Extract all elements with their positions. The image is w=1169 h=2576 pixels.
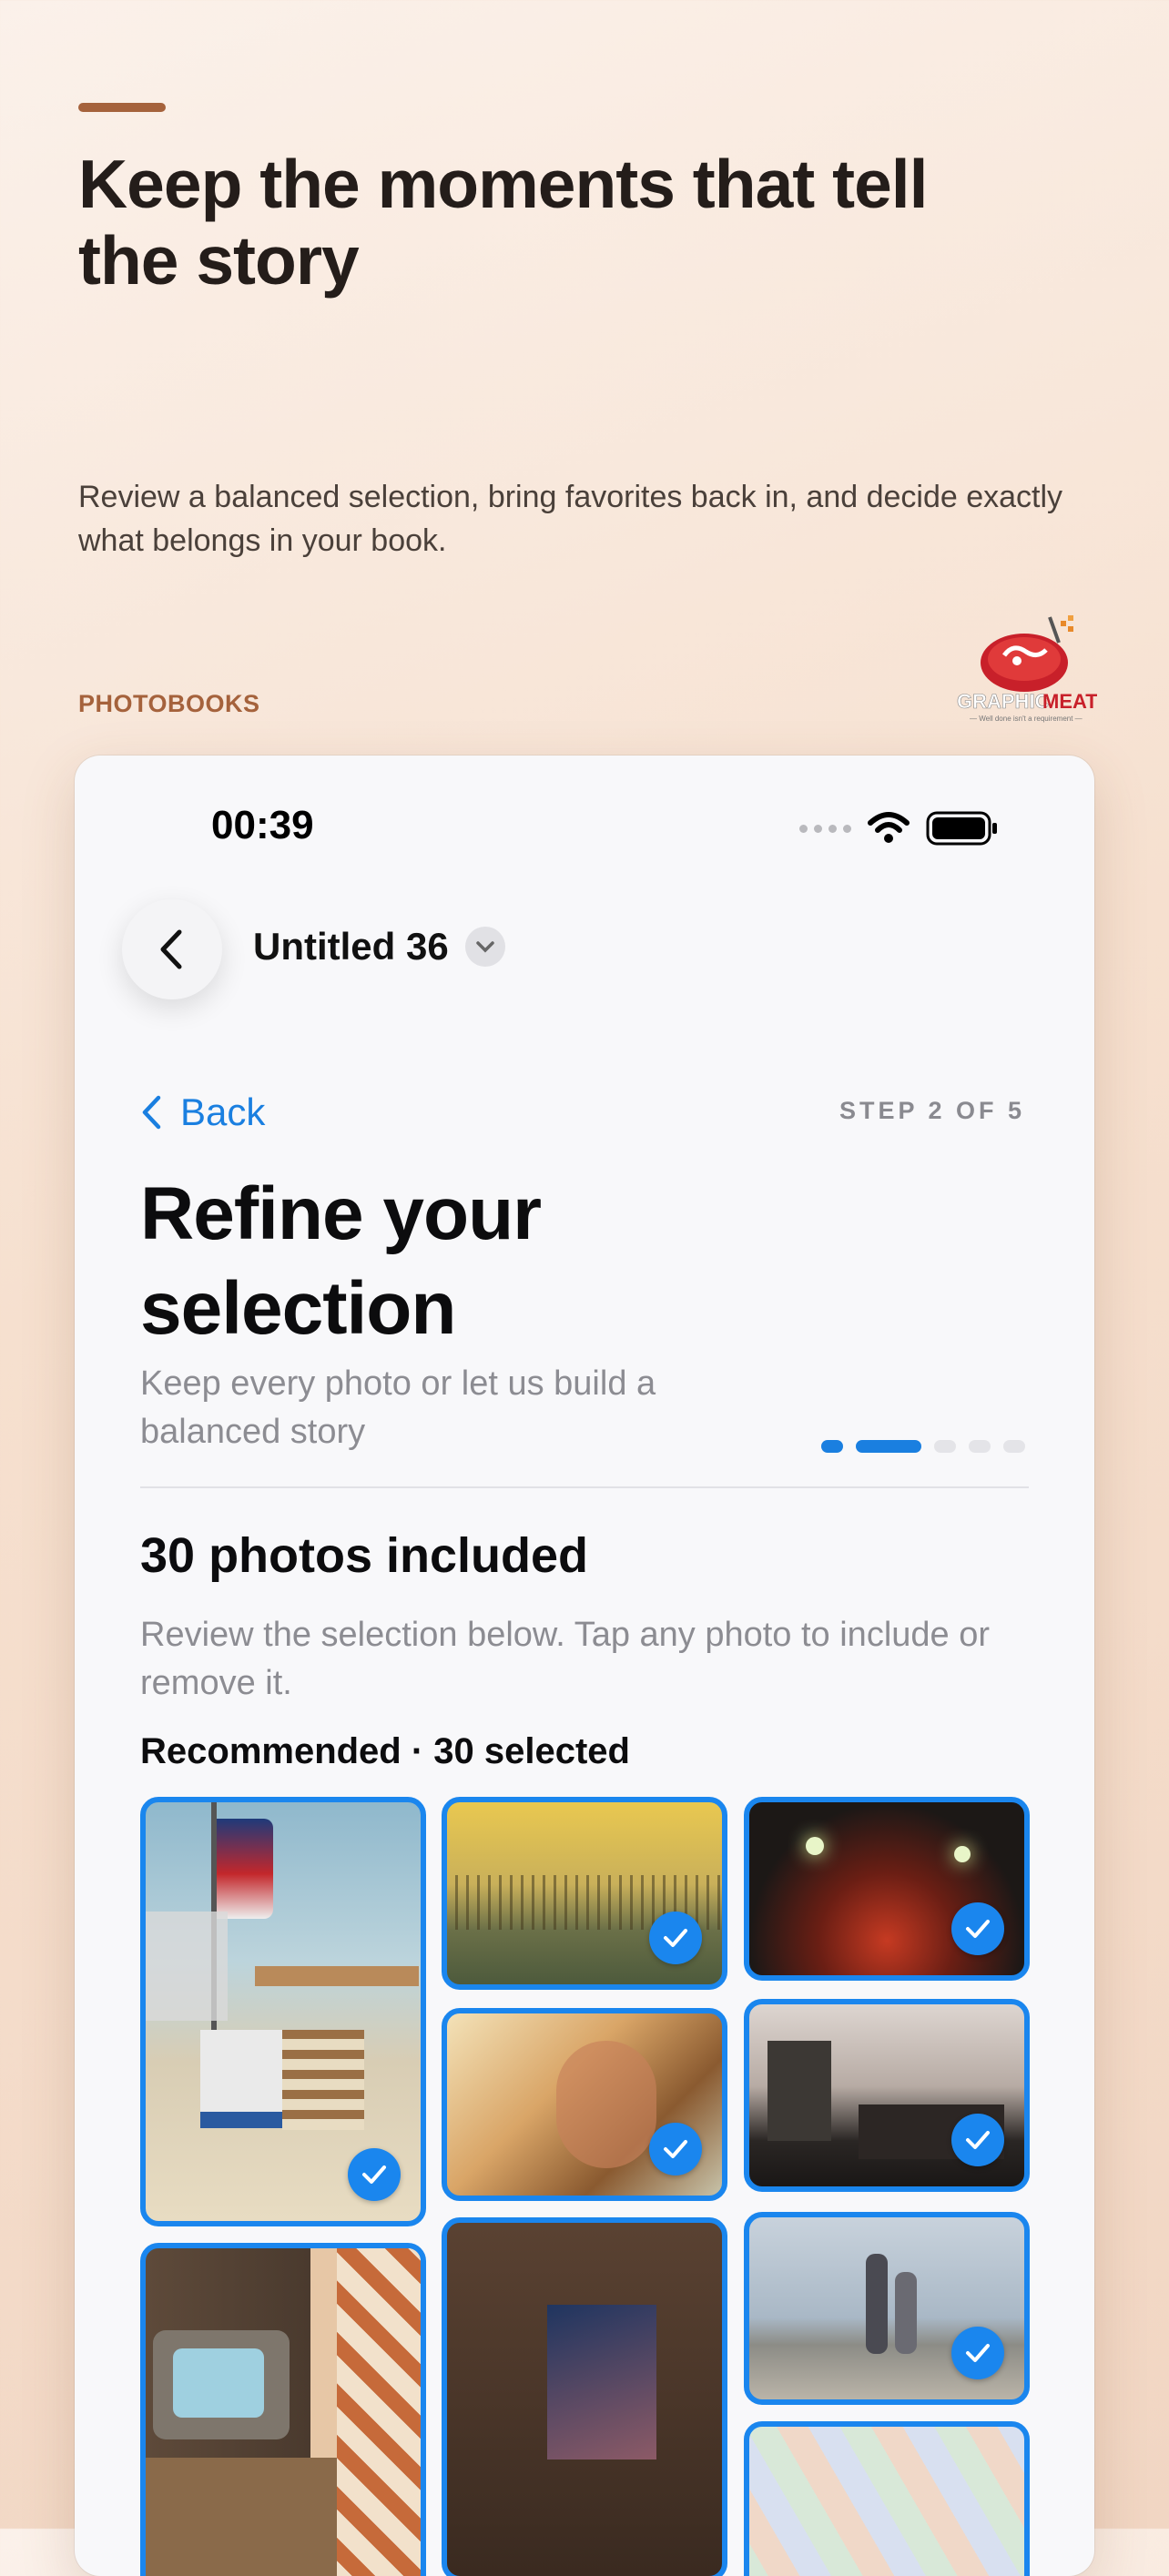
document-title-menu[interactable]: Untitled 36: [253, 925, 505, 969]
divider: [140, 1486, 1029, 1488]
photo-tile[interactable]: [140, 2243, 426, 2576]
svg-text:GRAPHIC: GRAPHIC: [957, 690, 1050, 713]
section-title: 30 photos included: [140, 1528, 589, 1583]
page-title: Refine your selection: [140, 1172, 542, 1350]
photo-tile[interactable]: [442, 1797, 727, 1990]
progress-dot-3: [934, 1440, 956, 1453]
checkmark-icon: [951, 1902, 1004, 1955]
hero-subtitle: Review a balanced selection, bring favor…: [78, 480, 1063, 558]
chevron-left-icon: [142, 1095, 161, 1130]
checkmark-icon: [951, 2114, 1004, 2166]
back-link[interactable]: Back: [140, 1090, 265, 1134]
progress-dot-1: [821, 1440, 843, 1453]
photo-tile[interactable]: [140, 1797, 426, 2226]
checkmark-icon: [649, 2123, 702, 2175]
hero-title: Keep the moments that tell the story: [78, 146, 928, 299]
checkmark-icon: [348, 2148, 401, 2201]
photo-tile[interactable]: [744, 1999, 1030, 2192]
status-icons: [799, 810, 999, 847]
accent-bar: [78, 103, 166, 112]
checkmark-icon: [951, 2327, 1004, 2379]
page-subtitle: Keep every photo or let us build a balan…: [140, 1364, 656, 1451]
progress-dot-5: [1003, 1440, 1025, 1453]
progress-dot-2-active: [856, 1440, 921, 1453]
category-label: PHOTOBOOKS: [78, 690, 260, 717]
nav-back-button[interactable]: [122, 899, 222, 999]
chevron-left-icon: [160, 929, 182, 969]
svg-text:MEAT: MEAT: [1042, 690, 1097, 713]
step-progress: [821, 1440, 1025, 1453]
section-description: Review the selection below. Tap any phot…: [140, 1616, 991, 1702]
graphicmeat-logo: GRAPHIC MEAT — Well done isn't a require…: [957, 615, 1097, 723]
photo-tile[interactable]: [442, 2008, 727, 2201]
chevron-down-icon: [464, 927, 505, 967]
checkmark-icon: [649, 1912, 702, 1964]
wifi-icon: [868, 812, 910, 843]
battery-icon: [926, 811, 997, 846]
photo-tile[interactable]: [744, 2421, 1030, 2576]
selection-label: Recommended · 30 selected: [140, 1731, 630, 1771]
phone-mockup: 00:39 Untitled 36 Back STEP 2 OF 5 Refin…: [75, 756, 1094, 2576]
back-label: Back: [180, 1090, 266, 1133]
photo-tile[interactable]: [442, 2217, 727, 2576]
photo-tile[interactable]: [744, 2212, 1030, 2405]
status-time: 00:39: [211, 803, 314, 847]
photo-tile[interactable]: [744, 1797, 1030, 1981]
step-label: STEP 2 OF 5: [839, 1097, 1025, 1124]
document-title: Untitled 36: [253, 925, 449, 968]
signal-icon: [799, 824, 851, 833]
progress-dot-4: [969, 1440, 991, 1453]
svg-text:— Well done isn't a requiremen: — Well done isn't a requirement —: [970, 715, 1083, 723]
